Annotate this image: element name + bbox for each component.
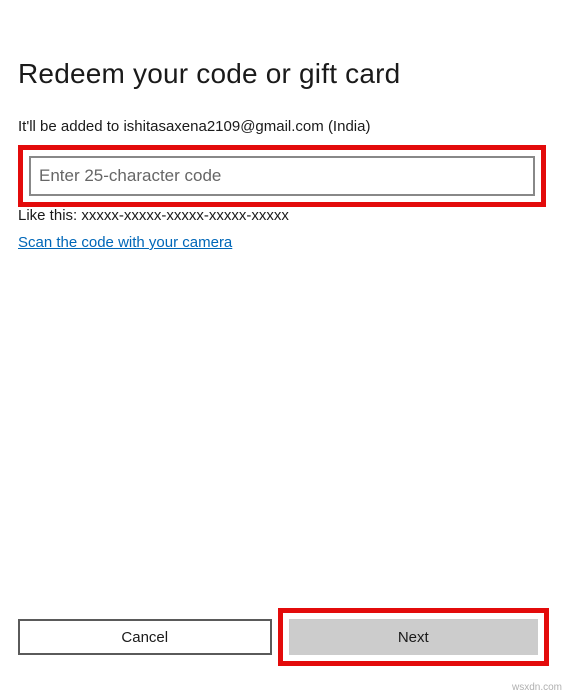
page-title: Redeem your code or gift card — [18, 58, 546, 90]
watermark: wsxdn.com — [512, 682, 562, 693]
account-subtitle: It'll be added to ishitasaxena2109@gmail… — [18, 118, 546, 135]
next-button[interactable]: Next — [289, 619, 539, 655]
scan-camera-link[interactable]: Scan the code with your camera — [18, 234, 232, 251]
code-input[interactable] — [29, 156, 535, 196]
format-hint: Like this: xxxxx-xxxxx-xxxxx-xxxxx-xxxxx — [18, 207, 546, 224]
redeem-container: Redeem your code or gift card It'll be a… — [0, 0, 564, 252]
next-highlight-box: Next — [278, 608, 550, 666]
cancel-button[interactable]: Cancel — [18, 619, 272, 655]
button-row: Cancel Next — [18, 619, 546, 655]
input-highlight-box — [18, 145, 546, 207]
